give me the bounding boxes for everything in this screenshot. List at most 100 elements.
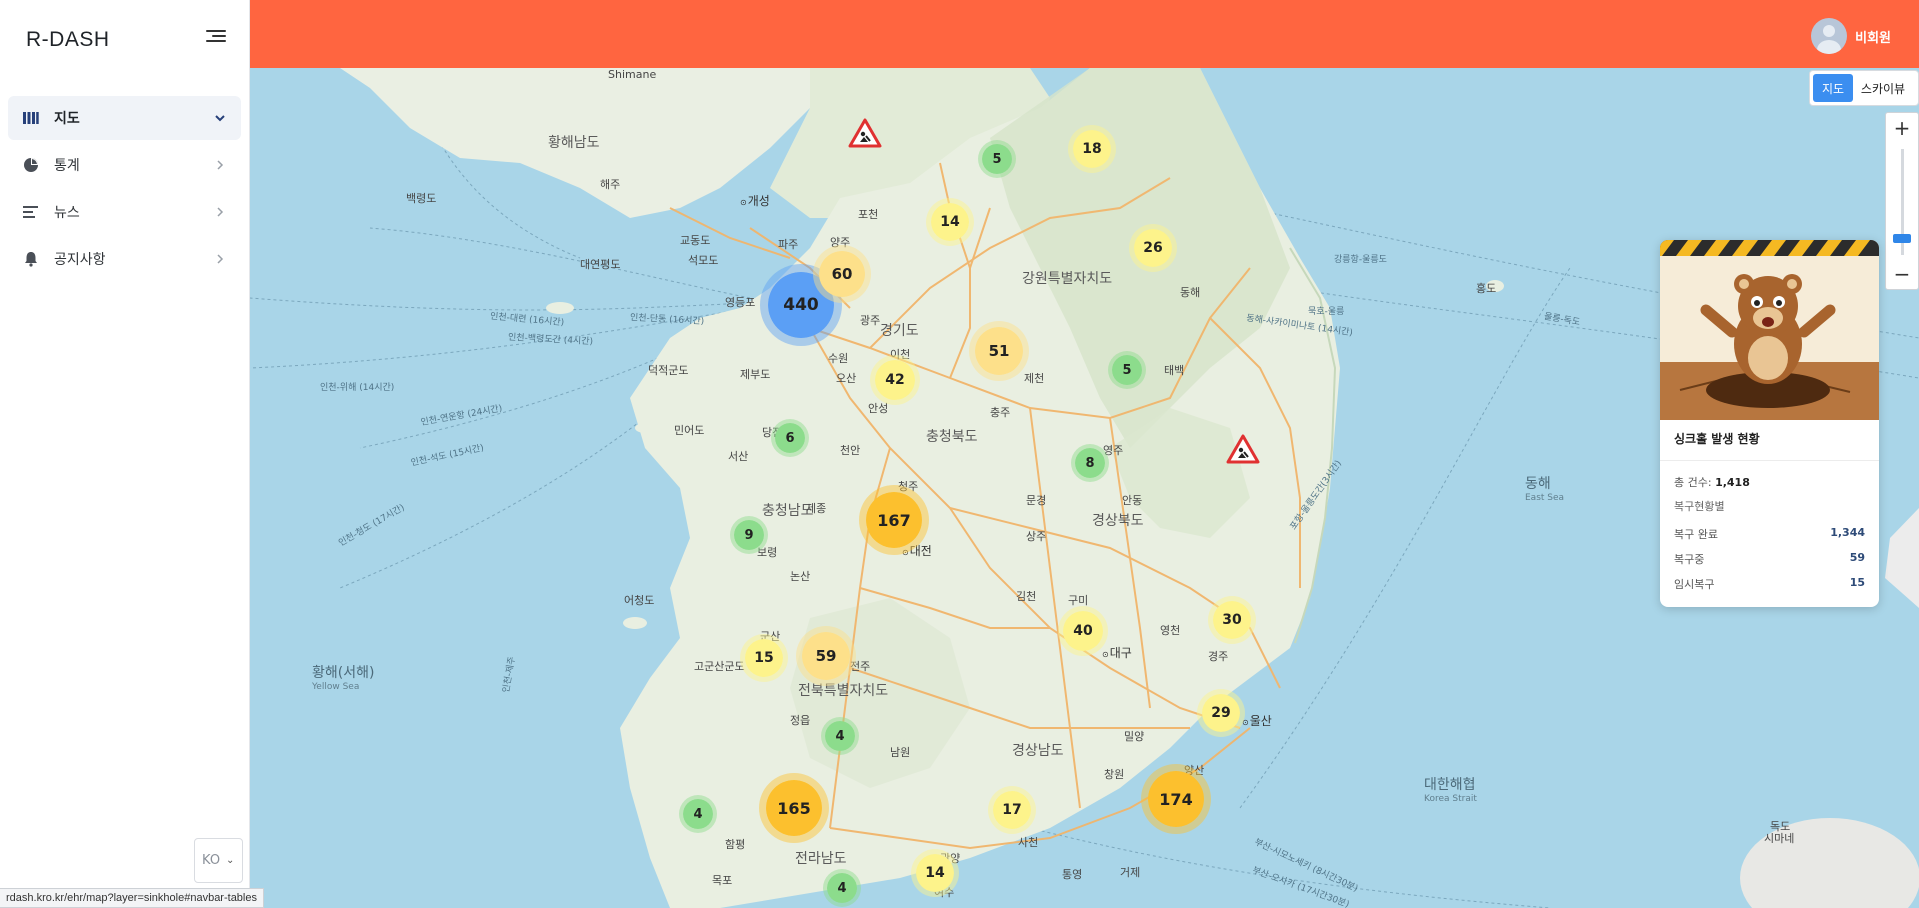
city-label: 파주 (778, 238, 799, 251)
brand-logo[interactable]: R-DASH (26, 28, 110, 52)
place-label: Shimane (608, 68, 657, 81)
sinkhole-cluster[interactable]: 167 (859, 485, 929, 555)
menu-toggle-icon[interactable] (206, 30, 226, 46)
city-label: 해주 (600, 178, 621, 191)
zoom-out-button[interactable]: − (1886, 259, 1918, 289)
recovery-status-heading: 복구현황별 (1674, 500, 1725, 513)
island-label: 홍도 (1476, 282, 1497, 295)
sinkhole-cluster[interactable]: 17 (988, 786, 1036, 834)
sinkhole-cluster[interactable]: 4 (821, 717, 859, 755)
sinkhole-cluster[interactable]: 26 (1129, 224, 1177, 272)
sinkhole-cluster[interactable]: 8 (1071, 444, 1109, 482)
city-label: 울산 (1242, 712, 1272, 729)
news-lines-icon (22, 203, 40, 221)
user-menu[interactable]: 비회원 (1811, 18, 1891, 54)
sinkhole-cluster[interactable]: 174 (1141, 764, 1211, 834)
island-label: 덕적군도 (648, 364, 689, 377)
sinkhole-cluster[interactable]: 42 (870, 355, 920, 405)
top-header: 비회원 (250, 0, 1919, 68)
sidebar-item-label: 통계 (54, 158, 80, 174)
sinkhole-cluster[interactable]: 5 (1108, 351, 1146, 389)
city-label: 제천 (1024, 372, 1045, 385)
city-label: 세종 (806, 502, 827, 515)
sinkhole-cluster[interactable]: 40 (1058, 606, 1108, 656)
language-select[interactable]: KO ⌄ (194, 838, 243, 883)
sea-label-korea-strait: 대한해협 Korea Strait (1424, 777, 1477, 804)
chevron-right-icon (217, 254, 224, 264)
region-label: 황해남도 (548, 135, 600, 151)
skyview-button[interactable]: 스카이뷰 (1853, 74, 1913, 102)
sinkhole-cluster[interactable]: 9 (730, 516, 768, 554)
zoom-in-button[interactable]: + (1886, 113, 1918, 143)
city-label: 광주 (860, 314, 881, 327)
sinkhole-cluster[interactable]: 51 (969, 321, 1029, 381)
city-label: 안동 (1122, 494, 1143, 507)
sidebar-item-notices[interactable]: 공지사항 (8, 237, 241, 281)
sinkhole-cluster[interactable]: 6 (771, 419, 809, 457)
sinkhole-cluster[interactable]: 15 (740, 634, 788, 682)
sidebar: R-DASH 지도 통계 뉴스 공지사항 KO ⌄ (0, 0, 250, 908)
zoom-control: + − (1885, 112, 1919, 290)
map-type-toggle: 지도 스카이뷰 (1809, 70, 1919, 106)
sinkhole-cluster[interactable]: 165 (759, 773, 829, 843)
route-label: 묵호-울릉 (1308, 307, 1345, 317)
sidebar-item-map[interactable]: 지도 (8, 96, 241, 140)
route-label: 인천-위해 (14시간) (320, 383, 395, 393)
city-label: 영등포 (725, 296, 756, 309)
city-label: 문경 (1026, 494, 1047, 507)
sinkhole-cluster[interactable]: 14 (911, 849, 959, 897)
status-row-recovered: 복구 완료 1,344 (1674, 526, 1865, 541)
city-label: 밀양 (1124, 730, 1145, 743)
warning-marker-icon[interactable] (1226, 434, 1260, 464)
route-label: 강릉항-울릉도 (1334, 255, 1387, 265)
city-label: 남원 (890, 746, 911, 759)
city-label: 상주 (1026, 530, 1047, 543)
region-label: 전라남도 (795, 851, 847, 867)
sinkhole-cluster[interactable]: 59 (796, 626, 856, 686)
sinkhole-cluster[interactable]: 4 (823, 869, 861, 907)
place-label: 시마네 (1764, 832, 1795, 845)
region-label: 경상북도 (1092, 513, 1144, 529)
sinkhole-cluster[interactable]: 14 (926, 198, 974, 246)
language-value: KO (202, 853, 221, 868)
region-label: 경상남도 (1012, 743, 1064, 759)
island-label: 대연평도 (580, 258, 621, 271)
city-label: 충주 (990, 406, 1011, 419)
map-view-button[interactable]: 지도 (1813, 74, 1853, 102)
sinkhole-mascot-illustration (1660, 240, 1879, 420)
sinkhole-cluster[interactable]: 5 (978, 140, 1016, 178)
sidebar-nav: 지도 통계 뉴스 공지사항 (8, 96, 241, 284)
sinkhole-summary-card: 싱크홀 발생 현황 총 건수: 1,418 복구현황별 복구 완료 1,344 복… (1660, 240, 1879, 607)
city-label: 서산 (728, 450, 749, 463)
city-label: 대구 (1102, 644, 1132, 661)
city-label: 통영 (1062, 868, 1083, 881)
zoom-slider-handle[interactable] (1893, 234, 1911, 243)
sinkhole-cluster[interactable]: 18 (1068, 125, 1116, 173)
pie-chart-icon (22, 156, 40, 174)
sidebar-item-news[interactable]: 뉴스 (8, 190, 241, 234)
sidebar-item-label: 지도 (54, 111, 80, 127)
city-label: 사천 (1018, 836, 1039, 849)
sinkhole-cluster[interactable]: 4 (679, 795, 717, 833)
map-icon (22, 109, 40, 127)
card-title: 싱크홀 발생 현황 (1674, 432, 1760, 446)
sea-label-yellow-sea: 황해(서해) Yellow Sea (312, 665, 375, 692)
sidebar-item-label: 뉴스 (54, 205, 80, 221)
city-label: 경주 (1208, 650, 1229, 663)
sinkhole-cluster[interactable]: 30 (1208, 596, 1256, 644)
city-label: 논산 (790, 570, 811, 583)
island-label: 교동도 (680, 234, 711, 247)
chevron-updown-icon: ⌄ (226, 855, 235, 866)
avatar (1811, 18, 1848, 54)
sinkhole-cluster[interactable]: 60 (813, 245, 871, 303)
sinkhole-cluster[interactable]: 29 (1197, 689, 1245, 737)
city-label: 천안 (840, 444, 861, 457)
region-label: 전북특별자치도 (798, 683, 889, 699)
warning-marker-icon[interactable] (848, 118, 882, 148)
card-divider (1660, 460, 1879, 461)
island-label: 백령도 (406, 192, 437, 205)
chevron-right-icon (217, 207, 224, 217)
city-label: 영천 (1160, 624, 1181, 637)
sidebar-item-label: 공지사항 (54, 252, 106, 268)
sidebar-item-stats[interactable]: 통계 (8, 143, 241, 187)
